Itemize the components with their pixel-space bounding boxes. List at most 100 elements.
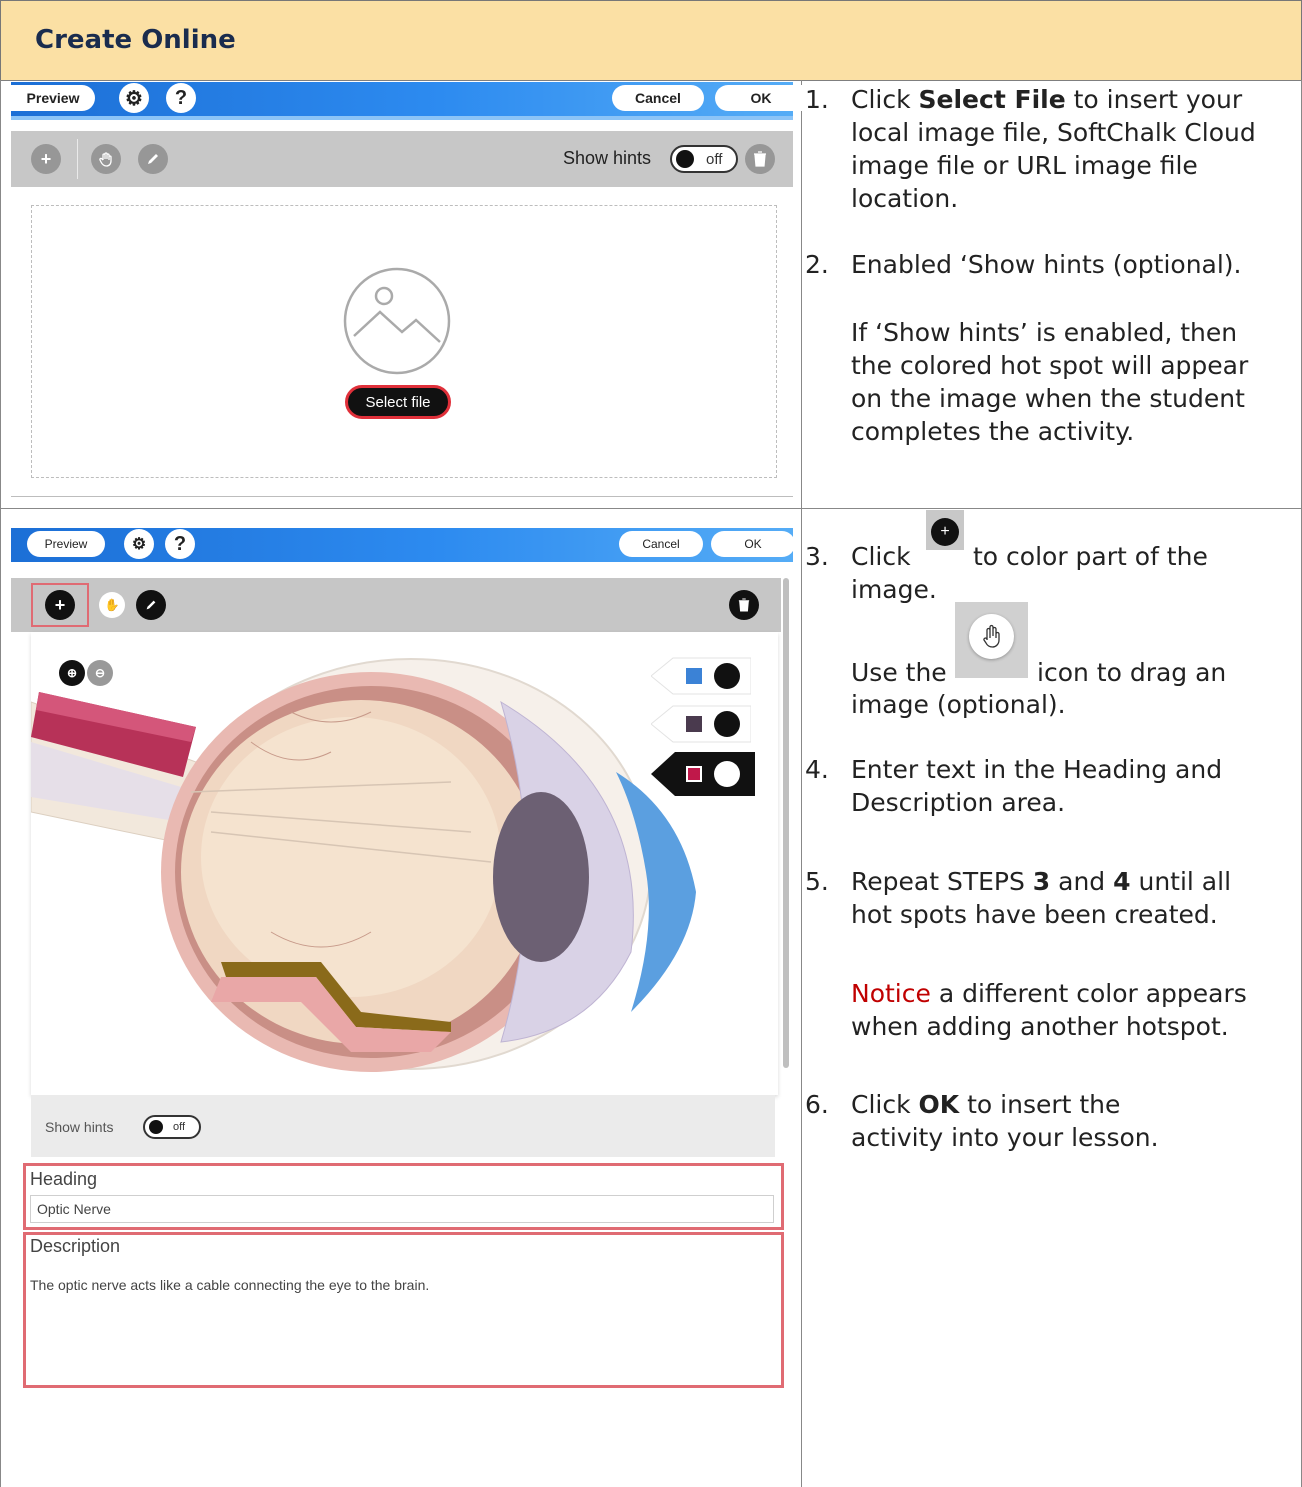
hotspot-item-selected[interactable] [651, 752, 755, 796]
plus-icon: + [931, 518, 959, 546]
step-4: 4. Enter text in the Heading and Descrip… [805, 753, 1285, 823]
step-text-bold: 4 [1113, 867, 1131, 896]
editor-toolbar: Preview ⚙ ? Cancel OK [11, 82, 807, 116]
step-text: activity into your lesson. [851, 1123, 1159, 1152]
step-text: to insert the [959, 1090, 1121, 1119]
add-hotspot-button[interactable]: + [31, 144, 61, 174]
drag-button[interactable]: ✋ [99, 592, 125, 618]
step-text: to insert your [1065, 85, 1243, 114]
drag-button[interactable] [91, 144, 121, 174]
add-icon-illustration: + [926, 510, 964, 550]
step-text: until all [1130, 867, 1232, 896]
heading-input[interactable]: Optic Nerve [30, 1195, 774, 1223]
step-3-use: Use the [851, 658, 947, 687]
step-text: Description area. [851, 788, 1066, 817]
show-hints-label: Show hints [563, 148, 652, 168]
toolbar-shadow [11, 116, 793, 120]
step-number: 5. [805, 867, 829, 896]
step-number: 2. [805, 250, 829, 279]
hand-glyph [983, 624, 1000, 648]
ok-button[interactable]: OK [715, 85, 807, 111]
scrollbar[interactable] [783, 578, 789, 1068]
step-text: location. [851, 184, 959, 213]
hand-icon: ✋ [104, 598, 120, 612]
cancel-button[interactable]: Cancel [619, 531, 703, 557]
trash-icon [738, 598, 750, 612]
step-5: 5. Repeat STEPS 3 and 4 until all hot sp… [805, 865, 1285, 935]
step-text: hot spots have been created. [851, 900, 1218, 929]
gear-icon: ⚙ [125, 87, 143, 110]
step-text: Click [851, 542, 911, 571]
eye-anatomy-image [31, 658, 696, 1072]
preview-button[interactable]: Preview [11, 85, 95, 111]
step-text: image file or URL image file [851, 151, 1198, 180]
gear-icon: ⚙ [131, 536, 147, 553]
column-divider [801, 80, 802, 1487]
row-divider [0, 508, 1302, 509]
step-2: 2. Enabled ‘Show hints (optional). If ‘S… [805, 248, 1285, 448]
step-text: when adding another hotspot. [851, 1012, 1229, 1041]
step-text: and [1050, 867, 1114, 896]
step-text: completes the activity. [851, 417, 1135, 446]
notice-paragraph: Notice a different color appears when ad… [851, 977, 1291, 1047]
help-button[interactable]: ? [166, 83, 196, 113]
pencil-icon [148, 154, 158, 164]
cancel-button[interactable]: Cancel [612, 85, 704, 111]
image-canvas[interactable]: ⊕ ⊖ [31, 632, 778, 1095]
hotspot-delete-button[interactable] [714, 711, 740, 737]
step-number: 1. [805, 85, 829, 114]
step-text: Click [851, 85, 919, 114]
hotspot-item[interactable] [651, 704, 751, 743]
description-input[interactable]: The optic nerve acts like a cable connec… [30, 1277, 429, 1293]
tools-bar-2: + ✋ [11, 578, 781, 632]
toggle-knob [149, 1120, 163, 1134]
select-file-button[interactable]: Select file [345, 385, 451, 419]
step-text: Click [851, 1090, 919, 1119]
notice-text: Notice [851, 979, 931, 1008]
step-text: Enabled ‘Show hints (optional). [851, 250, 1242, 279]
step-text: a different color appears [930, 979, 1247, 1008]
step-text: the colored hot spot will appear [851, 351, 1249, 380]
toggle-state: off [706, 150, 723, 168]
step-text: If ‘Show hints’ is enabled, then [851, 318, 1238, 347]
step-3-line4: image (optional). [851, 690, 1066, 719]
settings-button[interactable]: ⚙ [124, 529, 154, 559]
editor-toolbar-2: Preview ⚙ ? Cancel OK [11, 528, 795, 562]
toggle-knob [676, 150, 694, 168]
preview-button[interactable]: Preview [27, 531, 105, 557]
toggle-state: off [173, 1121, 186, 1133]
image-placeholder-icon [343, 267, 451, 375]
divider [77, 139, 78, 179]
step-text: Enter text in the Heading and [851, 755, 1223, 784]
hotspot-item[interactable] [651, 656, 751, 695]
show-hints-toggle[interactable]: off [670, 145, 738, 173]
help-button[interactable]: ? [165, 529, 195, 559]
step-text: on the image when the student [851, 384, 1245, 413]
hand-icon [969, 614, 1014, 659]
show-hints-toggle[interactable]: off [143, 1115, 201, 1139]
settings-button[interactable]: ⚙ [119, 83, 149, 113]
drag-icon-illustration [955, 602, 1028, 678]
description-label: Description [30, 1236, 121, 1256]
step-text: Repeat STEPS [851, 867, 1033, 896]
hints-row: Show hints off [31, 1095, 775, 1157]
step-text-bold: OK [918, 1090, 960, 1119]
heading-label: Heading [30, 1169, 98, 1189]
delete-button[interactable] [745, 144, 775, 174]
edit-button[interactable] [136, 590, 166, 620]
step-text-bold: Select File [918, 85, 1066, 114]
trash-icon [754, 151, 766, 167]
step-1: 1. Click Select File to insert your loca… [805, 83, 1285, 223]
page-title: Create Online [35, 25, 236, 55]
delete-button[interactable] [729, 590, 759, 620]
ok-button[interactable]: OK [711, 531, 795, 557]
selected-tool-highlight [31, 583, 89, 627]
step-3-icon-text: icon to drag an [1037, 658, 1227, 687]
hotspot-delete-button[interactable] [714, 761, 740, 787]
step-number: 3. [805, 542, 829, 571]
hotspot-delete-button[interactable] [714, 663, 740, 689]
left-border [0, 80, 1, 1487]
tools-bar: + Show hints off [11, 131, 793, 187]
hotspot-color-swatch [686, 766, 702, 782]
edit-button[interactable] [138, 144, 168, 174]
